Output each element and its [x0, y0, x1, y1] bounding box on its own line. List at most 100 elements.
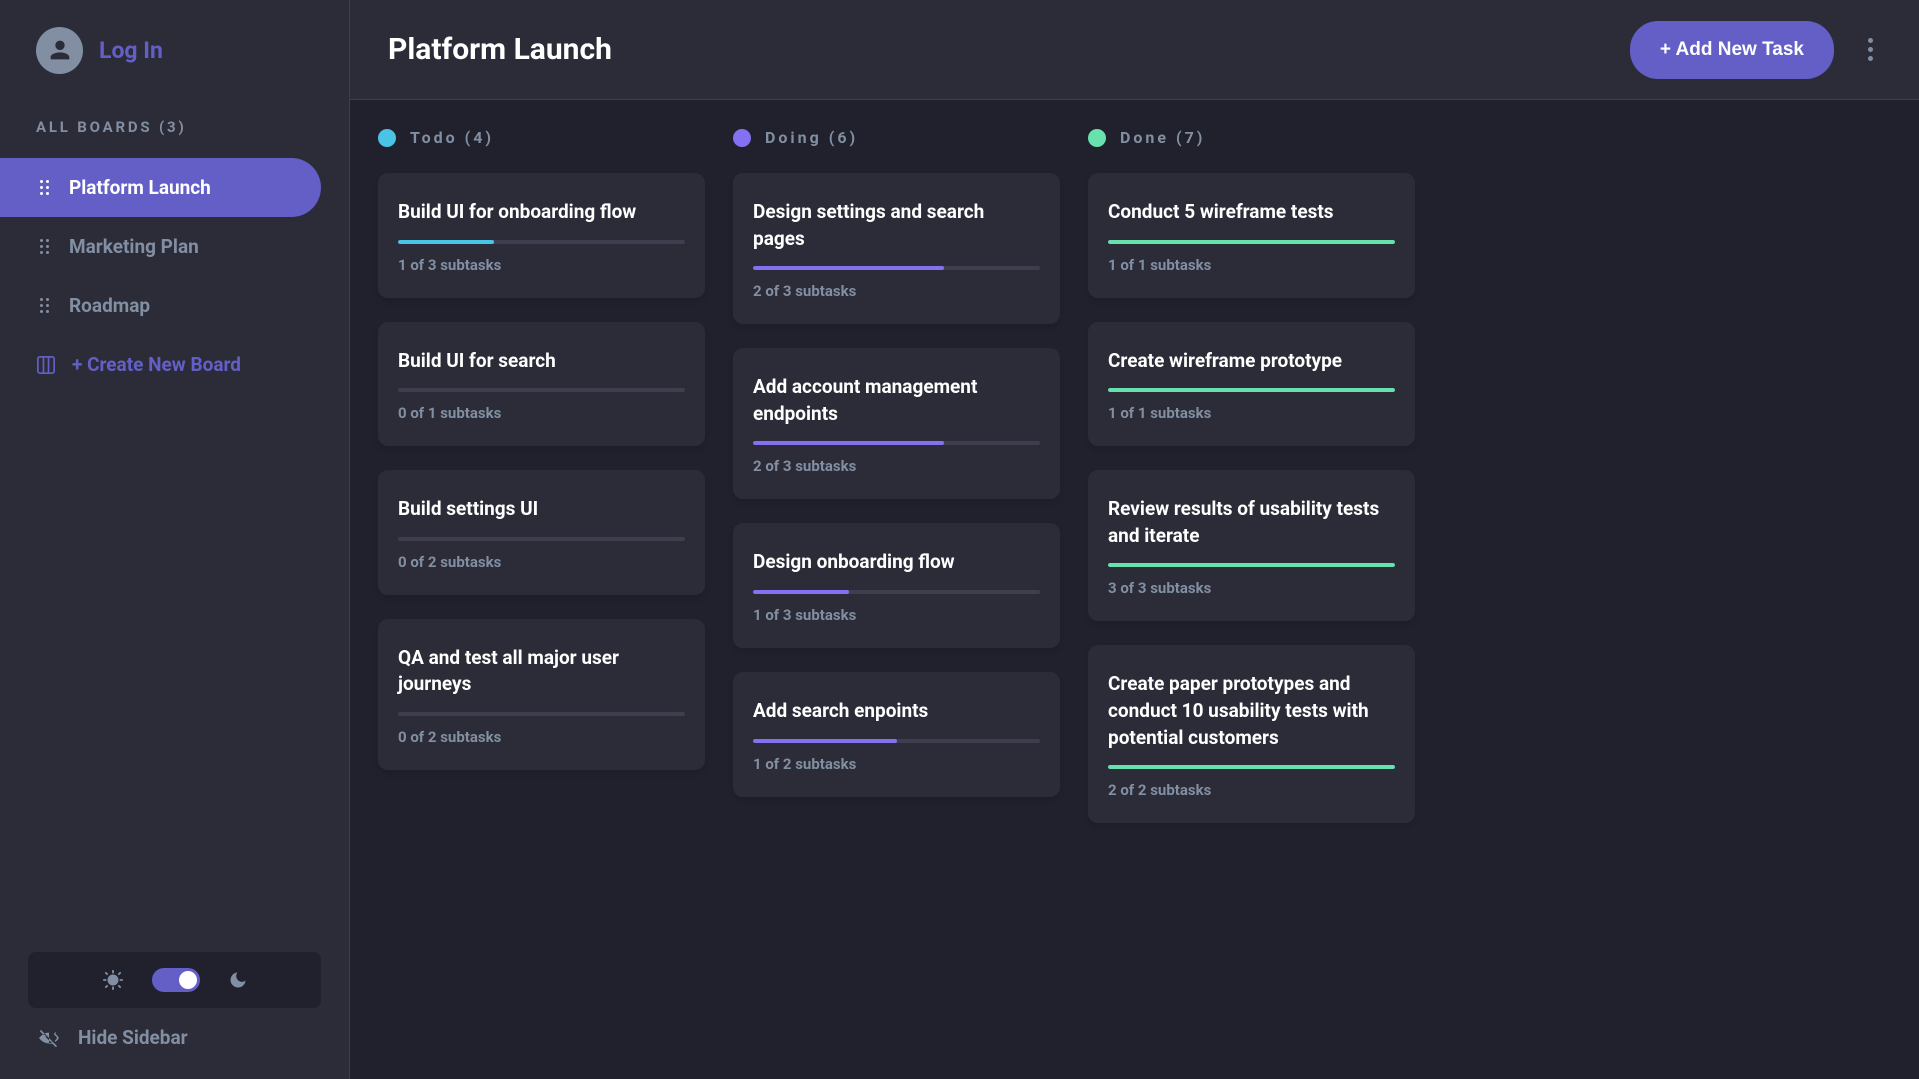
task-card[interactable]: Design onboarding flow 1 of 3 subtasks	[733, 523, 1060, 648]
board-column: Done (7) Conduct 5 wireframe tests 1 of …	[1088, 128, 1415, 1079]
hide-sidebar-button[interactable]: Hide Sidebar	[28, 1008, 321, 1049]
progress-fill	[753, 590, 849, 594]
task-title: Add search enpoints	[753, 698, 1040, 725]
task-title: Add account management endpoints	[753, 374, 1040, 427]
column-color-dot	[378, 129, 396, 147]
task-card[interactable]: Add account management endpoints 2 of 3 …	[733, 348, 1060, 499]
task-card[interactable]: Create paper prototypes and conduct 10 u…	[1088, 645, 1415, 823]
progress-fill	[753, 739, 897, 743]
login-link[interactable]: Log In	[99, 37, 163, 64]
main: Platform Launch + Add New Task Todo (4) …	[350, 0, 1919, 1079]
person-icon	[46, 36, 74, 64]
more-menu-button[interactable]	[1860, 30, 1881, 69]
progress-bar	[753, 739, 1040, 743]
hide-sidebar-label: Hide Sidebar	[78, 1026, 188, 1049]
task-card[interactable]: Conduct 5 wireframe tests 1 of 1 subtask…	[1088, 173, 1415, 298]
avatar[interactable]	[36, 27, 83, 74]
board-column: Todo (4) Build UI for onboarding flow 1 …	[378, 128, 705, 1079]
task-card[interactable]: Create wireframe prototype 1 of 1 subtas…	[1088, 322, 1415, 447]
task-card[interactable]: Add search enpoints 1 of 2 subtasks	[733, 672, 1060, 797]
progress-bar	[753, 266, 1040, 270]
dot-icon	[1868, 38, 1873, 43]
column-title: Doing (6)	[765, 128, 858, 147]
task-card[interactable]: QA and test all major user journeys 0 of…	[378, 619, 705, 770]
column-header: Doing (6)	[733, 128, 1060, 147]
theme-toggle-switch[interactable]	[152, 968, 200, 992]
task-card[interactable]: Design settings and search pages 2 of 3 …	[733, 173, 1060, 324]
column-color-dot	[733, 129, 751, 147]
board-column: Doing (6) Design settings and search pag…	[733, 128, 1060, 1079]
subtask-count: 1 of 2 subtasks	[753, 755, 1040, 773]
theme-toggle-container	[28, 952, 321, 1008]
sidebar-board-item[interactable]: Marketing Plan	[0, 217, 321, 276]
progress-fill	[753, 266, 944, 270]
progress-fill	[398, 240, 494, 244]
progress-bar	[1108, 765, 1395, 769]
progress-bar	[1108, 563, 1395, 567]
subtask-count: 0 of 1 subtasks	[398, 404, 685, 422]
task-title: QA and test all major user journeys	[398, 645, 685, 698]
subtask-count: 0 of 2 subtasks	[398, 553, 685, 571]
subtask-count: 2 of 2 subtasks	[1108, 781, 1395, 799]
subtask-count: 2 of 3 subtasks	[753, 457, 1040, 475]
subtask-count: 0 of 2 subtasks	[398, 728, 685, 746]
sidebar-bottom: Hide Sidebar	[0, 932, 349, 1079]
board-label: Marketing Plan	[69, 235, 199, 258]
progress-bar	[398, 388, 685, 392]
progress-bar	[753, 590, 1040, 594]
toggle-knob	[179, 971, 197, 989]
column-header: Done (7)	[1088, 128, 1415, 147]
progress-bar	[1108, 240, 1395, 244]
subtask-count: 1 of 3 subtasks	[753, 606, 1040, 624]
progress-fill	[753, 441, 944, 445]
all-boards-heading: ALL BOARDS (3)	[0, 118, 349, 158]
progress-fill	[1108, 240, 1395, 244]
drag-handle-icon[interactable]	[40, 239, 49, 254]
task-card[interactable]: Build settings UI 0 of 2 subtasks	[378, 470, 705, 595]
subtask-count: 2 of 3 subtasks	[753, 282, 1040, 300]
eye-slash-icon	[38, 1029, 60, 1047]
dot-icon	[1868, 47, 1873, 52]
column-title: Todo (4)	[410, 128, 494, 147]
task-title: Create paper prototypes and conduct 10 u…	[1108, 671, 1395, 751]
progress-fill	[1108, 388, 1395, 392]
progress-bar	[398, 712, 685, 716]
sidebar-board-item[interactable]: Platform Launch	[0, 158, 321, 217]
task-title: Build settings UI	[398, 496, 685, 523]
subtask-count: 1 of 1 subtasks	[1108, 404, 1395, 422]
board-label: Platform Launch	[69, 176, 211, 199]
sun-icon	[102, 969, 124, 991]
sidebar-header: Log In	[0, 0, 349, 100]
add-task-button[interactable]: + Add New Task	[1630, 21, 1834, 79]
progress-fill	[1108, 765, 1395, 769]
progress-fill	[1108, 563, 1395, 567]
task-title: Design onboarding flow	[753, 549, 1040, 576]
subtask-count: 1 of 3 subtasks	[398, 256, 685, 274]
sidebar-board-item[interactable]: Roadmap	[0, 276, 321, 335]
column-color-dot	[1088, 129, 1106, 147]
task-card[interactable]: Review results of usability tests and it…	[1088, 470, 1415, 621]
sidebar: Log In ALL BOARDS (3) Platform Launch Ma…	[0, 0, 350, 1079]
board-icon	[36, 356, 56, 374]
header-actions: + Add New Task	[1630, 21, 1881, 79]
drag-handle-icon[interactable]	[40, 298, 49, 313]
drag-handle-icon[interactable]	[40, 180, 49, 195]
task-title: Create wireframe prototype	[1108, 348, 1395, 375]
subtask-count: 1 of 1 subtasks	[1108, 256, 1395, 274]
task-title: Build UI for search	[398, 348, 685, 375]
task-card[interactable]: Build UI for search 0 of 1 subtasks	[378, 322, 705, 447]
progress-bar	[753, 441, 1040, 445]
board-label: Roadmap	[69, 294, 150, 317]
create-board-label: + Create New Board	[72, 353, 241, 376]
header: Platform Launch + Add New Task	[350, 0, 1919, 100]
board-columns[interactable]: Todo (4) Build UI for onboarding flow 1 …	[350, 100, 1919, 1079]
progress-bar	[1108, 388, 1395, 392]
task-card[interactable]: Build UI for onboarding flow 1 of 3 subt…	[378, 173, 705, 298]
column-header: Todo (4)	[378, 128, 705, 147]
task-title: Design settings and search pages	[753, 199, 1040, 252]
task-title: Review results of usability tests and it…	[1108, 496, 1395, 549]
page-title: Platform Launch	[388, 32, 612, 67]
create-board-button[interactable]: + Create New Board	[0, 335, 349, 394]
task-title: Conduct 5 wireframe tests	[1108, 199, 1395, 226]
moon-icon	[228, 970, 248, 990]
